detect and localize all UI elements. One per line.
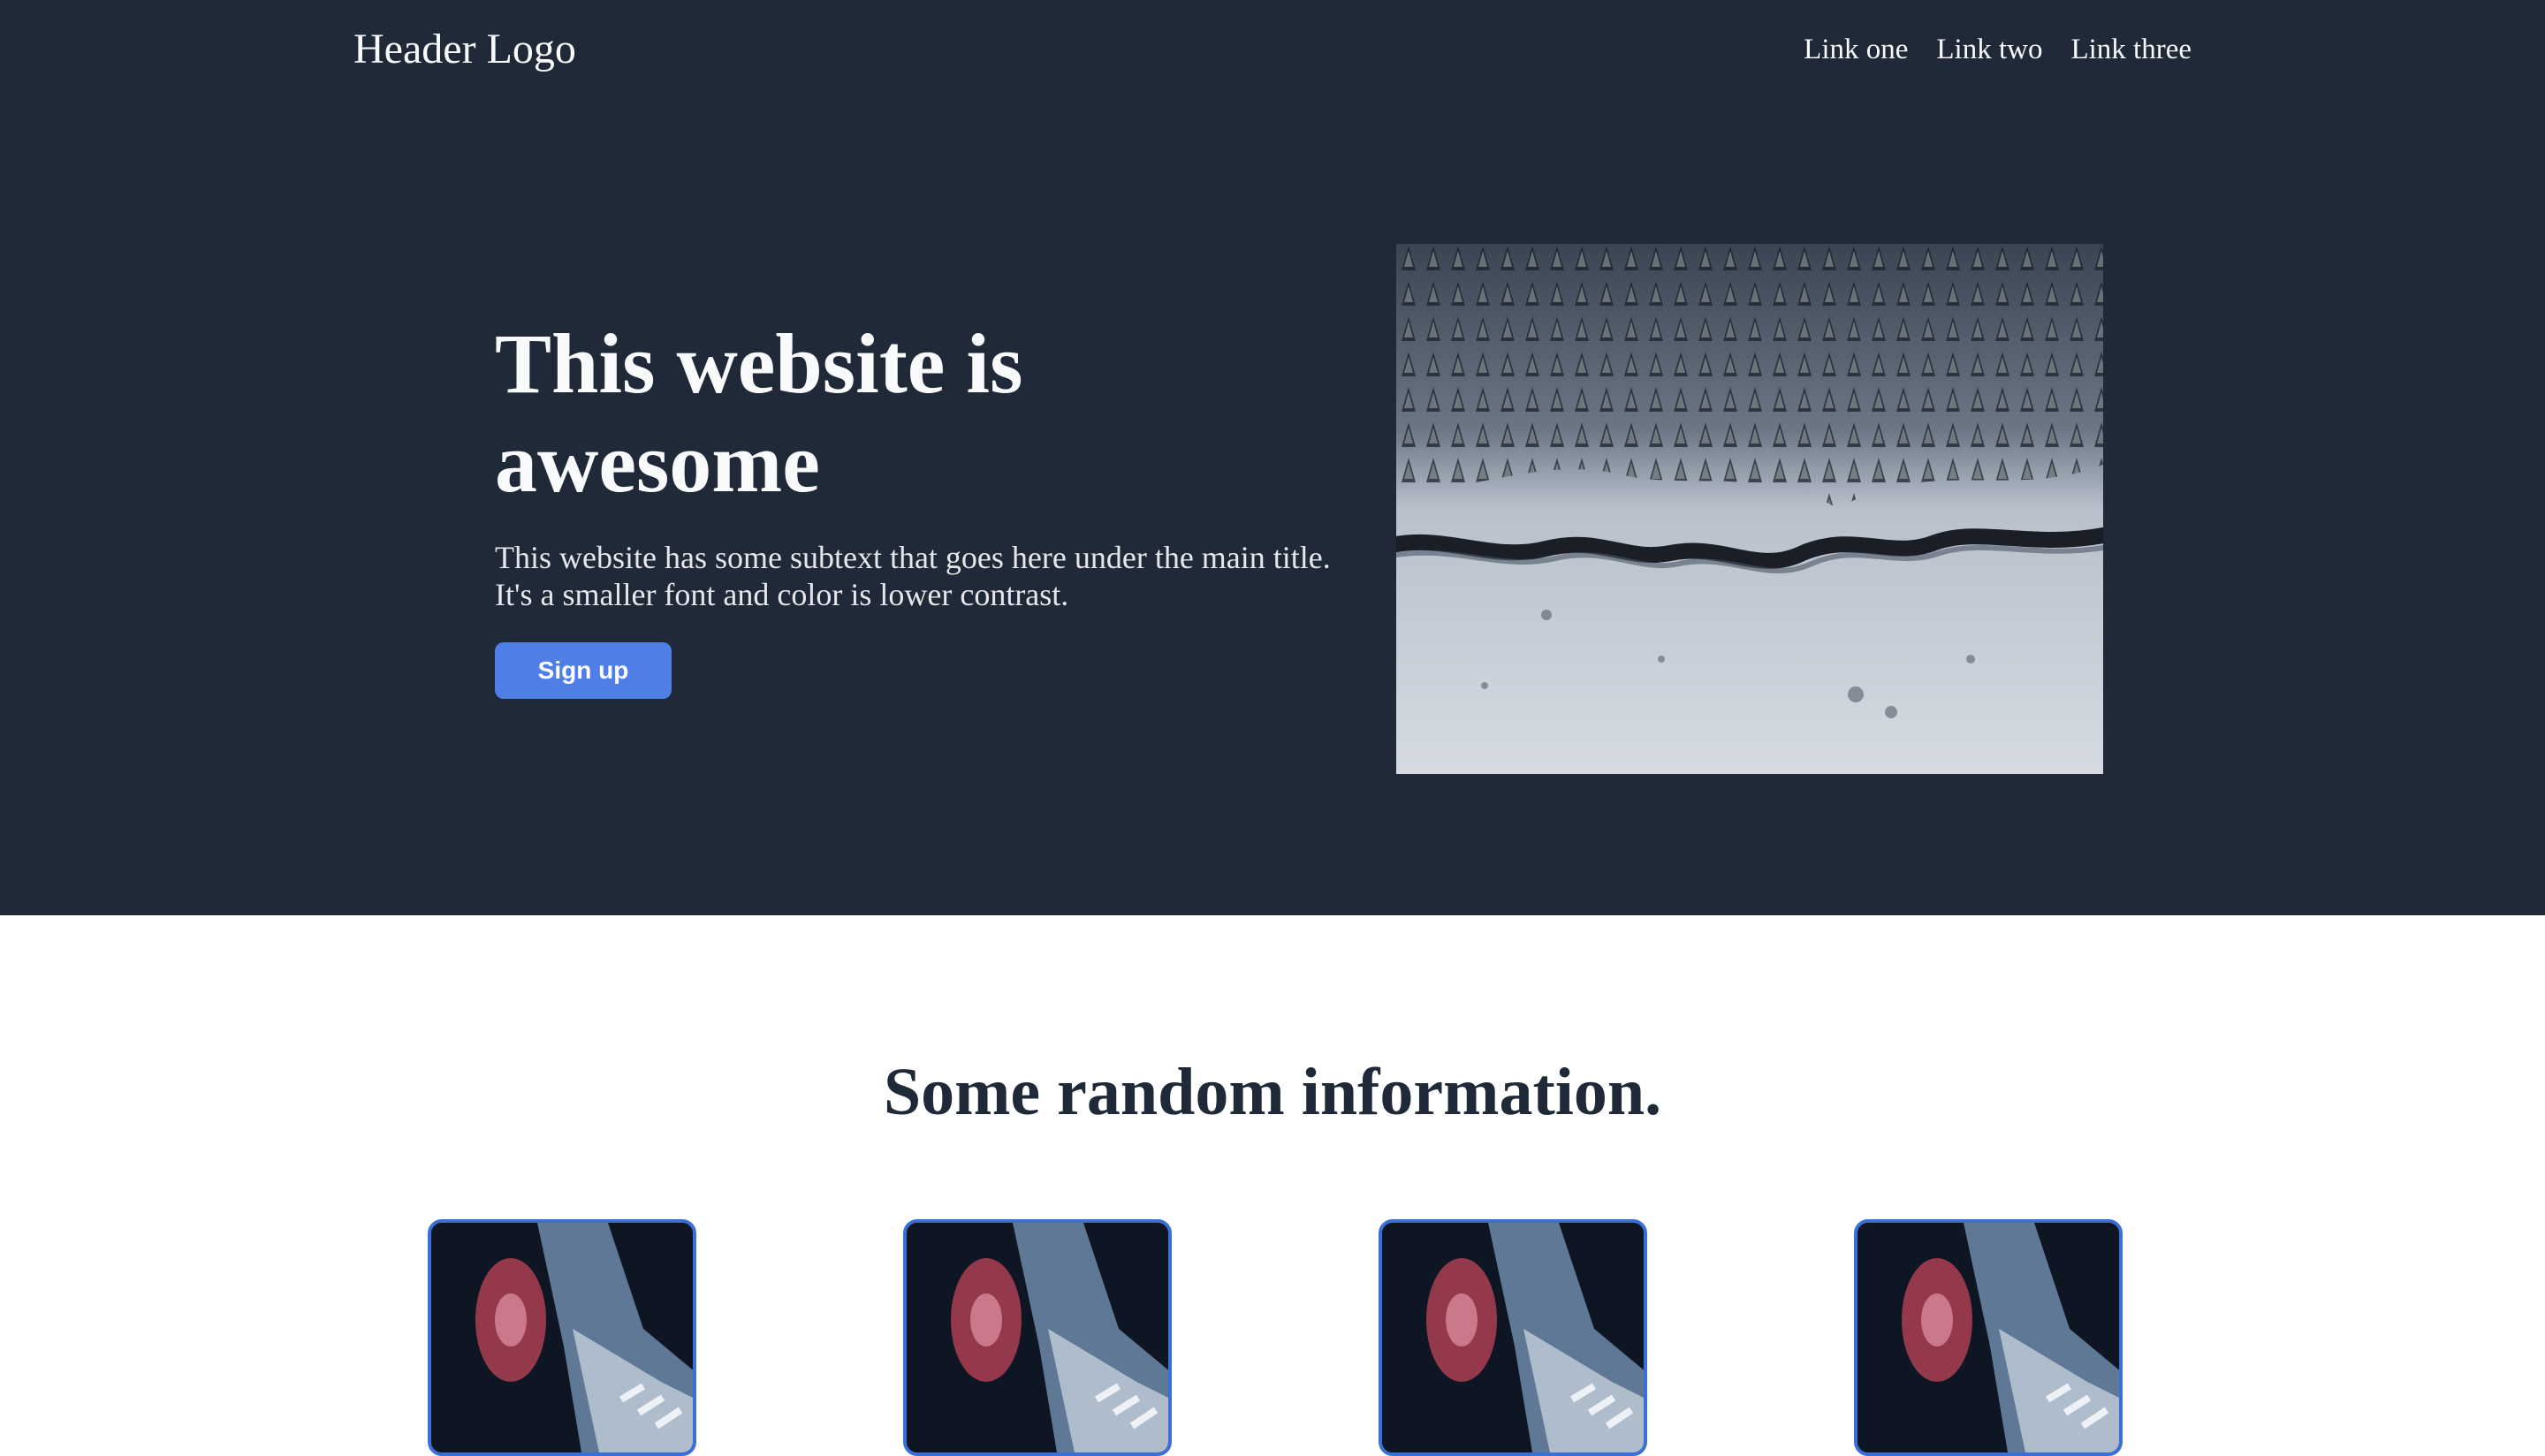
info-card[interactable] bbox=[1379, 1219, 1647, 1456]
section-title: Some random information. bbox=[883, 1055, 1662, 1129]
sneaker-photo-icon bbox=[431, 1223, 693, 1452]
sneaker-photo-icon bbox=[907, 1223, 1168, 1452]
header-logo[interactable]: Header Logo bbox=[353, 21, 576, 78]
sign-up-button[interactable]: Sign up bbox=[495, 642, 672, 699]
nav-link-three[interactable]: Link three bbox=[2070, 28, 2192, 71]
hero-title: This website is awesome bbox=[495, 316, 1023, 510]
sneaker-photo-icon bbox=[1857, 1223, 2119, 1452]
header-nav: Link one Link two Link three bbox=[1804, 28, 2192, 71]
hero-image bbox=[1396, 244, 2103, 774]
sneaker-photo-icon bbox=[1382, 1223, 1644, 1452]
info-card[interactable] bbox=[903, 1219, 1172, 1456]
hero-subtext: This website has some subtext that goes … bbox=[495, 540, 1331, 612]
info-card[interactable] bbox=[428, 1219, 696, 1456]
info-card[interactable] bbox=[1854, 1219, 2123, 1456]
nav-link-one[interactable]: Link one bbox=[1804, 28, 1908, 71]
hero-section: Header Logo Link one Link two Link three… bbox=[0, 0, 2545, 915]
nav-link-two[interactable]: Link two bbox=[1936, 28, 2042, 71]
